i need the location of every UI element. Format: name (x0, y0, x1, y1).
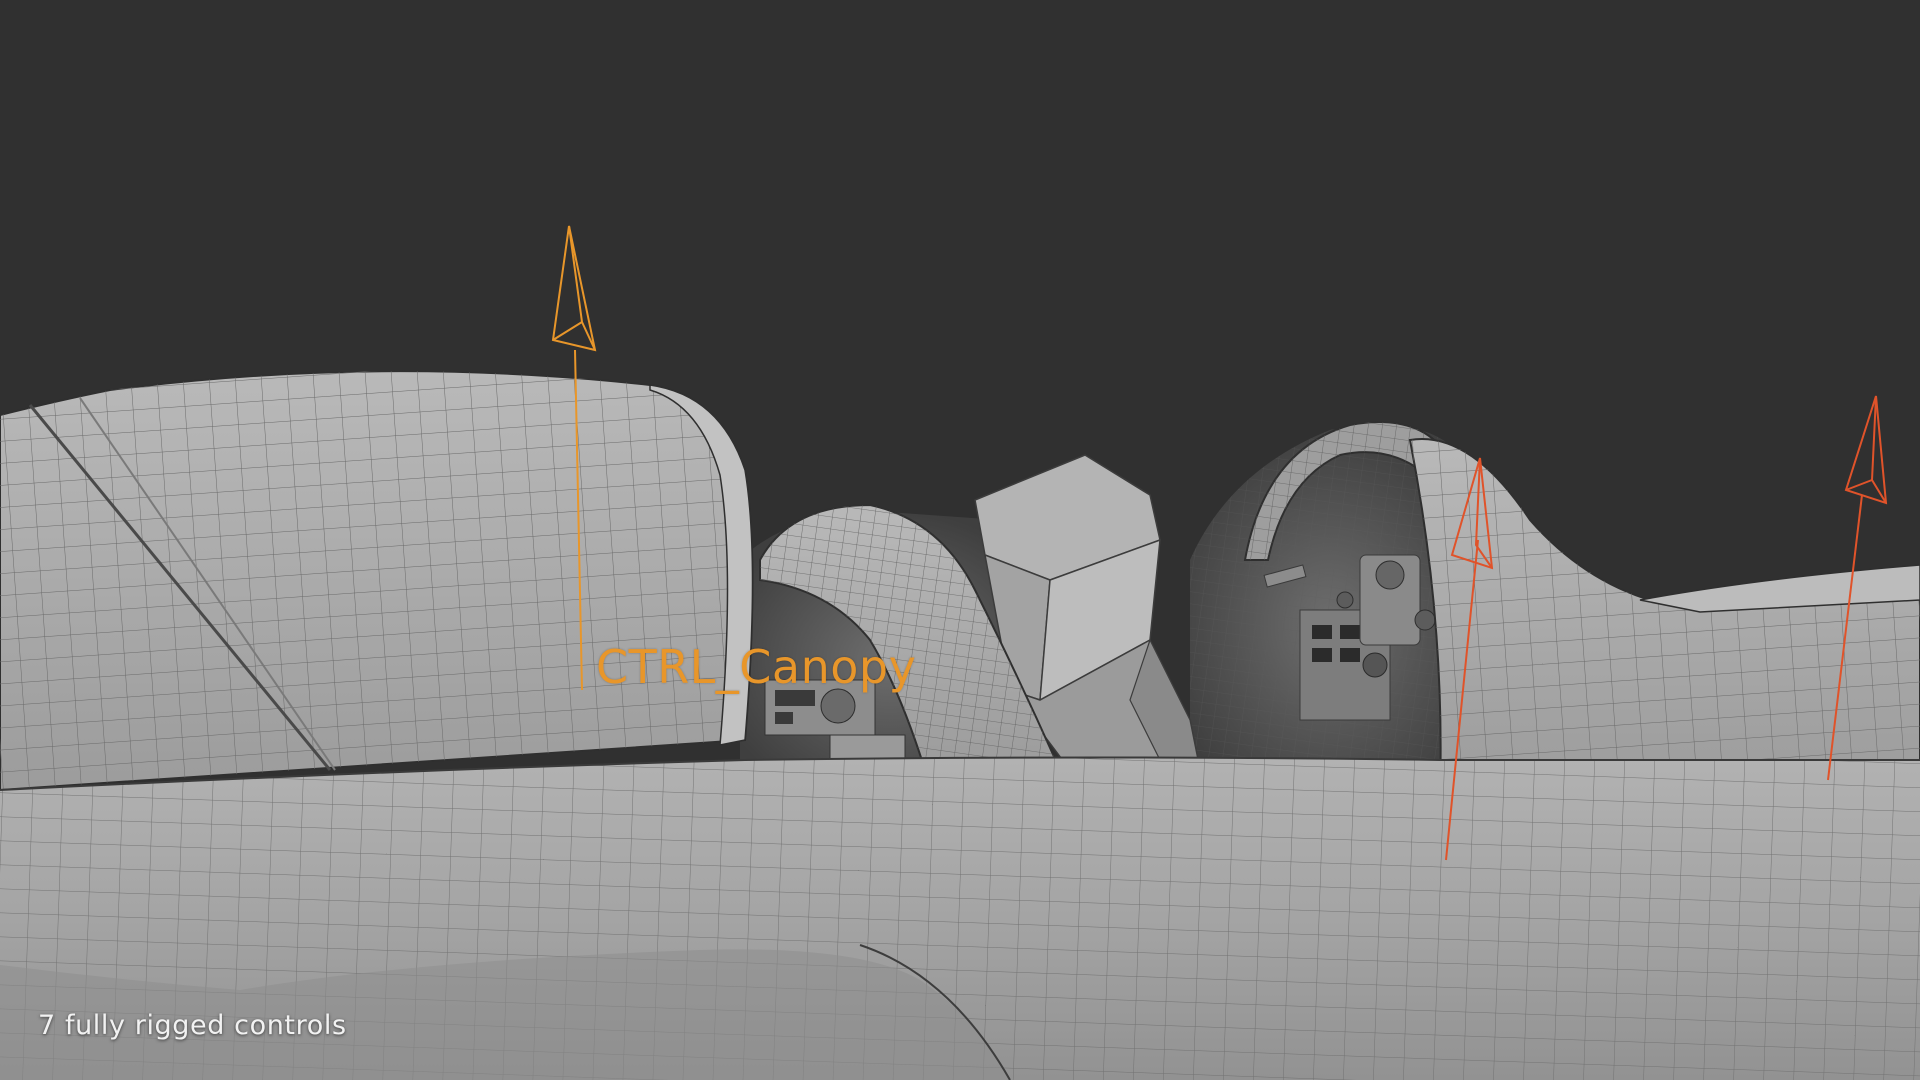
intake-nacelle (0, 370, 754, 792)
dorsal-fairing (1408, 438, 1920, 791)
3d-viewport[interactable]: CTRL_Canopy 7 fully rigged controls (0, 0, 1920, 1080)
caption-text: 7 fully rigged controls (38, 1010, 347, 1041)
scene-render (0, 225, 1920, 1080)
ctrl-canopy-label: CTRL_Canopy (596, 640, 917, 694)
